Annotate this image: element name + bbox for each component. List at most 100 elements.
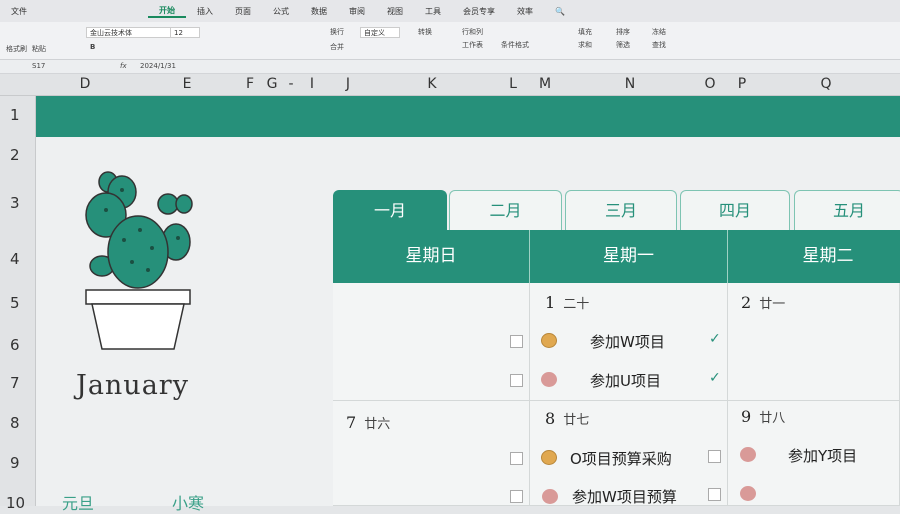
convert-button[interactable]: 转换	[418, 27, 432, 37]
day-number: 9 廿八	[741, 407, 786, 426]
day-number: 1 二十	[545, 293, 590, 312]
row-header[interactable]: 6	[10, 336, 20, 354]
col-header[interactable]: J	[346, 76, 350, 92]
col-header[interactable]: D	[80, 76, 91, 92]
cond-format-button[interactable]: 条件格式	[501, 40, 529, 50]
tab-home[interactable]: 开始	[148, 5, 186, 18]
tab-formula[interactable]: 公式	[262, 6, 300, 17]
col-header[interactable]: F	[246, 76, 254, 92]
filter-button[interactable]: 筛选	[616, 40, 630, 50]
weekday-tuesday: 星期二	[802, 246, 854, 266]
tab-january[interactable]: 一月	[333, 190, 447, 230]
task-label: 参加U项目	[590, 372, 661, 390]
col-header[interactable]: Q	[820, 76, 831, 92]
tab-insert[interactable]: 插入	[186, 6, 224, 17]
header-band	[36, 96, 900, 137]
task-dot-icon	[542, 489, 558, 504]
fill-button[interactable]: 填充	[578, 27, 592, 37]
day-number: 7 廿六	[346, 413, 391, 432]
tab-view[interactable]: 视图	[376, 6, 414, 17]
row-header[interactable]: 8	[10, 414, 20, 432]
name-box[interactable]: S17	[32, 62, 45, 70]
row-header[interactable]: 4	[10, 250, 20, 268]
day-number: 2 廿一	[741, 293, 786, 312]
weekday-sunday: 星期日	[333, 230, 530, 283]
col-header[interactable]: N	[625, 76, 635, 92]
formula-input[interactable]: 2024/1/31	[140, 62, 176, 70]
col-header[interactable]: L	[509, 76, 517, 92]
col-header[interactable]: M	[539, 76, 551, 92]
formula-bar: S17 fx 2024/1/31	[0, 60, 900, 74]
worksheet-button[interactable]: 工作表	[462, 40, 483, 50]
lunar-date: 廿六	[364, 417, 391, 432]
task-dot-icon	[740, 447, 756, 462]
task-label: 参加W项目预算	[572, 488, 677, 506]
tab-february[interactable]: 二月	[449, 190, 562, 230]
bold-button[interactable]: B	[90, 43, 95, 51]
task-label: O项目预算采购	[570, 450, 672, 468]
menu-file[interactable]: 文件	[0, 6, 38, 17]
sort-button[interactable]: 排序	[616, 27, 630, 37]
wrap-button[interactable]: 换行	[330, 27, 344, 37]
rows-cols-button[interactable]: 行和列	[462, 27, 483, 37]
task-checkbox[interactable]	[708, 488, 721, 501]
tab-tools[interactable]: 工具	[414, 6, 452, 17]
weekday-header: 星期日 星期一 星期二	[333, 230, 900, 283]
format-painter-button[interactable]: 格式刷	[6, 44, 27, 54]
row-header[interactable]: 5	[10, 294, 20, 312]
number-format-select[interactable]: 自定义	[360, 27, 400, 38]
tab-may[interactable]: 五月	[794, 190, 900, 230]
task-checkbox[interactable]	[708, 450, 721, 463]
holiday-label: 元旦	[62, 494, 95, 513]
task-dot-icon	[541, 372, 557, 387]
task-dot-icon	[541, 450, 557, 465]
fx-icon[interactable]: fx	[120, 62, 127, 70]
find-button[interactable]: 查找	[652, 40, 666, 50]
tab-member[interactable]: 会员专享	[452, 6, 506, 17]
col-header[interactable]: G	[267, 76, 278, 92]
font-size-select[interactable]: 12	[170, 27, 200, 38]
row-headers: 1 2 3 4 5 6 7 8 9 10	[0, 96, 36, 512]
row-header[interactable]: 10	[6, 494, 25, 512]
col-header[interactable]: O	[704, 76, 715, 92]
sum-button[interactable]: 求和	[578, 40, 592, 50]
tab-efficiency[interactable]: 效率	[506, 6, 544, 17]
row-header[interactable]: 3	[10, 194, 20, 212]
tab-april[interactable]: 四月	[680, 190, 790, 230]
tab-review[interactable]: 审阅	[338, 6, 376, 17]
row-header[interactable]: 7	[10, 374, 20, 392]
check-icon: ✓	[709, 370, 721, 386]
merge-button[interactable]: 合并	[330, 42, 344, 52]
task-checkbox[interactable]	[510, 335, 523, 348]
col-header[interactable]: I	[310, 76, 314, 92]
paste-button[interactable]: 粘贴	[32, 44, 46, 54]
check-icon: ✓	[709, 331, 721, 347]
col-header[interactable]: -	[288, 76, 293, 92]
lunar-date: 二十	[563, 297, 590, 312]
cactus-illustration	[85, 171, 193, 350]
day-cell-empty[interactable]	[333, 283, 530, 401]
day-number: 8 廿七	[545, 409, 590, 428]
freeze-button[interactable]: 冻结	[652, 27, 666, 37]
lunar-date: 廿一	[759, 297, 786, 312]
col-header[interactable]: E	[183, 76, 192, 92]
holiday-label: 小寒	[172, 494, 205, 513]
tab-data[interactable]: 数据	[300, 6, 338, 17]
task-dot-icon	[740, 486, 756, 501]
tab-march[interactable]: 三月	[565, 190, 677, 230]
row-header[interactable]: 2	[10, 146, 20, 164]
col-header[interactable]: K	[427, 76, 436, 92]
task-checkbox[interactable]	[510, 490, 523, 503]
row-header[interactable]: 9	[10, 454, 20, 472]
task-dot-icon	[541, 333, 557, 348]
task-checkbox[interactable]	[510, 452, 523, 465]
task-label: 参加W项目	[590, 333, 665, 351]
column-headers: D E F G - I J K L M N O P Q	[0, 74, 900, 96]
task-label: 参加Y项目	[788, 447, 858, 465]
menu-bar: 文件 开始 插入 页面 公式 数据 审阅 视图 工具 会员专享 效率 🔍	[0, 0, 900, 22]
task-checkbox[interactable]	[510, 374, 523, 387]
row-header[interactable]: 1	[10, 106, 20, 124]
search-icon[interactable]: 🔍	[544, 7, 576, 16]
col-header[interactable]: P	[738, 76, 746, 92]
tab-page[interactable]: 页面	[224, 6, 262, 17]
